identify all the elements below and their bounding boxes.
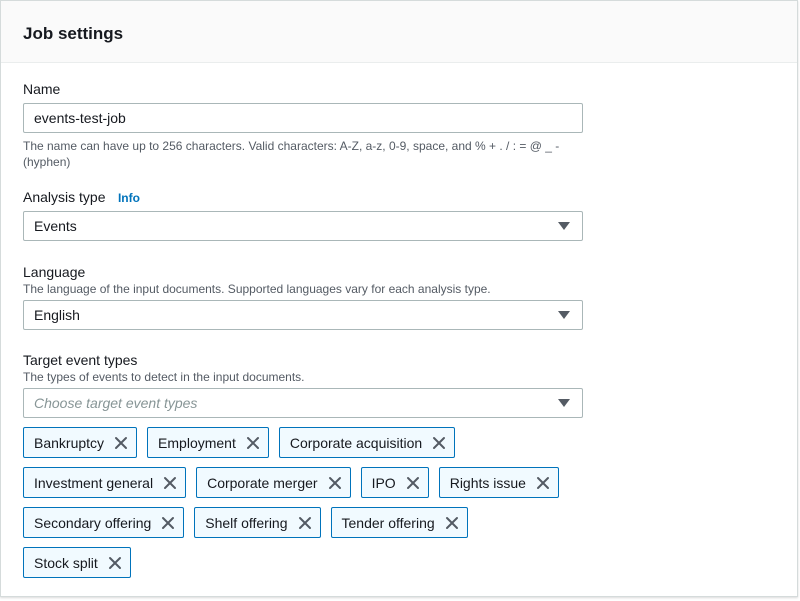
target-event-types-placeholder: Choose target event types: [34, 395, 198, 411]
language-select[interactable]: English: [23, 300, 583, 330]
token-row: Bankruptcy Employment Corporate acquisitio…: [23, 427, 593, 458]
event-type-token-label: Shelf offering: [205, 514, 288, 531]
event-type-token-label: Investment general: [34, 474, 154, 491]
analysis-type-label-row: Analysis type Info: [23, 188, 140, 207]
event-type-token-label: Employment: [158, 434, 236, 451]
name-constraint-line-1: The name can have up to 256 characters. …: [23, 139, 560, 153]
event-type-token-label: Corporate acquisition: [289, 434, 423, 451]
close-icon[interactable]: [112, 434, 130, 452]
job-settings-panel: Job settings Name events-test-job The na…: [0, 0, 798, 597]
target-event-types-label: Target event types: [23, 352, 138, 368]
event-type-token-label: Rights issue: [449, 474, 526, 491]
event-type-token-label: IPO: [371, 474, 396, 491]
panel-header: Job settings: [1, 1, 797, 63]
close-icon[interactable]: [430, 434, 448, 452]
close-icon[interactable]: [404, 474, 422, 492]
selected-event-tokens: Bankruptcy Employment Corporate acquisitio…: [23, 427, 593, 587]
caret-down-icon: [558, 222, 570, 230]
analysis-type-value: Events: [34, 218, 77, 234]
name-label: Name: [23, 81, 61, 97]
event-type-token: Shelf offering: [194, 507, 321, 538]
name-field-group: Name: [23, 80, 60, 98]
caret-down-icon: [558, 311, 570, 319]
event-type-token: Corporate merger: [196, 467, 351, 498]
target-event-types-description: The types of events to detect in the inp…: [23, 370, 305, 384]
close-icon[interactable]: [296, 514, 314, 532]
name-constraint: The name can have up to 256 characters. …: [23, 138, 593, 170]
analysis-type-label: Analysis type: [23, 189, 106, 205]
name-constraint-line-2: (hyphen): [23, 155, 71, 169]
event-type-token: Bankruptcy: [23, 427, 138, 458]
event-type-token: Employment: [147, 427, 269, 458]
event-type-token: Stock split: [23, 547, 131, 578]
token-row: Secondary offering Shelf offering Tender o…: [23, 507, 593, 538]
language-description: The language of the input documents. Sup…: [23, 282, 491, 296]
caret-down-icon: [558, 399, 570, 407]
event-type-token: Corporate acquisition: [278, 427, 456, 458]
analysis-type-select[interactable]: Events: [23, 211, 583, 241]
close-icon[interactable]: [159, 514, 177, 532]
analysis-type-select-wrapper: Events: [23, 211, 583, 241]
close-icon[interactable]: [534, 474, 552, 492]
language-select-wrapper: English: [23, 300, 583, 330]
info-link[interactable]: Info: [118, 191, 140, 205]
event-type-token: Investment general: [23, 467, 187, 498]
token-row: Investment general Corporate merger IPO Rig…: [23, 467, 593, 498]
target-event-types-select[interactable]: Choose target event types: [23, 388, 583, 418]
name-input-wrapper: events-test-job: [23, 103, 583, 133]
event-type-token: Secondary offering: [23, 507, 185, 538]
event-type-token-label: Stock split: [34, 554, 98, 571]
language-value: English: [34, 307, 80, 323]
target-event-types-label-group: Target event types The types of events t…: [23, 351, 305, 385]
event-type-token: Rights issue: [438, 467, 559, 498]
name-input[interactable]: events-test-job: [23, 103, 583, 133]
event-type-token-label: Tender offering: [341, 514, 435, 531]
event-type-token-label: Corporate merger: [207, 474, 318, 491]
close-icon[interactable]: [443, 514, 461, 532]
close-icon[interactable]: [106, 554, 124, 572]
event-type-token: IPO: [360, 467, 429, 498]
language-label-group: Language The language of the input docum…: [23, 263, 491, 297]
target-event-types-select-wrapper: Choose target event types: [23, 388, 583, 418]
language-label: Language: [23, 264, 86, 280]
close-icon[interactable]: [326, 474, 344, 492]
close-icon[interactable]: [244, 434, 262, 452]
close-icon[interactable]: [161, 474, 179, 492]
panel-title: Job settings: [23, 24, 124, 43]
event-type-token-label: Secondary offering: [34, 514, 152, 531]
token-row: Stock split: [23, 547, 593, 578]
event-type-token: Tender offering: [330, 507, 468, 538]
event-type-token-label: Bankruptcy: [34, 434, 105, 451]
